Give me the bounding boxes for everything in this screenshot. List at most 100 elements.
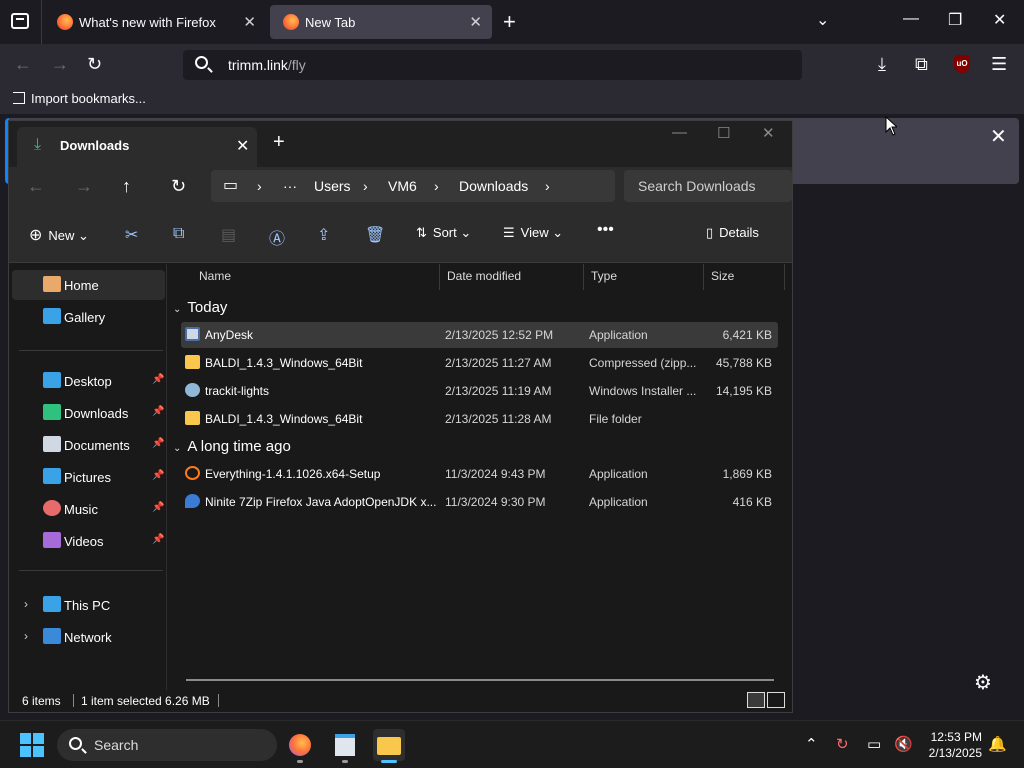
- ublock-origin-icon[interactable]: uO: [954, 55, 970, 73]
- new-tab-plus-icon[interactable]: +: [273, 131, 285, 154]
- forward-arrow-icon[interactable]: →: [51, 54, 69, 75]
- share-icon[interactable]: ⇪: [317, 225, 335, 244]
- volume-muted-icon[interactable]: 🔇: [894, 735, 913, 753]
- sidebar-item-desktop[interactable]: Desktop 📌: [12, 366, 165, 396]
- minimize-icon[interactable]: —: [903, 10, 919, 28]
- taskbar-firefox-icon[interactable]: [284, 729, 316, 763]
- pin-icon[interactable]: 📌: [152, 502, 164, 513]
- file-row[interactable]: Everything-1.4.1.1026.x64-Setup 11/3/202…: [181, 461, 778, 487]
- tab-whats-new[interactable]: What's new with Firefox ✕: [44, 5, 266, 39]
- column-divider[interactable]: [784, 264, 785, 290]
- file-row[interactable]: BALDI_1.4.3_Windows_64Bit 2/13/2025 11:2…: [181, 350, 778, 376]
- back-arrow-icon[interactable]: ←: [27, 176, 45, 197]
- file-row[interactable]: AnyDesk 2/13/2025 12:52 PM Application 6…: [181, 322, 778, 348]
- breadcrumb-item-downloads[interactable]: Downloads: [459, 178, 528, 194]
- url-text[interactable]: trimm.link/fly: [228, 57, 306, 73]
- column-header-size[interactable]: Size: [711, 269, 734, 283]
- sidebar-item-documents[interactable]: Documents 📌: [12, 430, 165, 460]
- group-header-long-ago[interactable]: ⌄ A long time ago: [173, 438, 291, 455]
- extensions-puzzle-icon[interactable]: ⧉: [915, 54, 928, 75]
- taskbar-file-explorer-icon[interactable]: [373, 729, 405, 763]
- breadcrumb-chevron-icon[interactable]: ›: [363, 178, 368, 194]
- pin-icon[interactable]: 📌: [152, 534, 164, 545]
- column-header-name[interactable]: Name: [199, 269, 231, 283]
- this-pc-monitor-icon[interactable]: ▭: [223, 175, 238, 195]
- downloads-arrow-icon[interactable]: ⤓: [878, 54, 886, 75]
- sidebar-item-this-pc[interactable]: › This PC: [12, 590, 165, 620]
- file-row[interactable]: Ninite 7Zip Firefox Java AdoptOpenJDK x.…: [181, 489, 778, 515]
- tiles-view-icon[interactable]: [767, 692, 785, 708]
- column-header-date[interactable]: Date modified: [447, 269, 521, 283]
- sort-button[interactable]: ⇅ Sort ⌄: [416, 225, 471, 241]
- breadcrumb-item-users[interactable]: Users: [314, 178, 351, 194]
- breadcrumb-chevron-icon[interactable]: ›: [545, 178, 550, 194]
- sidebar-item-music[interactable]: Music 📌: [12, 494, 165, 524]
- close-tab-icon[interactable]: ✕: [469, 13, 482, 31]
- notification-bell-icon[interactable]: 🔔: [988, 735, 1007, 753]
- pin-icon[interactable]: 📌: [152, 470, 164, 481]
- cut-icon[interactable]: ✂: [125, 225, 143, 244]
- file-row[interactable]: BALDI_1.4.3_Windows_64Bit 2/13/2025 11:2…: [181, 406, 778, 432]
- breadcrumb-item-vm6[interactable]: VM6: [388, 178, 417, 194]
- column-divider[interactable]: [583, 264, 584, 290]
- close-tab-icon[interactable]: ✕: [236, 136, 249, 156]
- reload-icon[interactable]: ↻: [87, 54, 102, 75]
- breadcrumb-overflow[interactable]: ···: [283, 178, 297, 194]
- sidebar-item-network[interactable]: › Network: [12, 622, 165, 652]
- back-arrow-icon[interactable]: ←: [14, 54, 32, 75]
- expand-chevron-icon[interactable]: ›: [24, 629, 28, 643]
- breadcrumb[interactable]: ▭ › ··· Users › VM6 › Downloads ›: [211, 170, 615, 202]
- maximize-icon[interactable]: ☐: [717, 124, 730, 142]
- sidebar-item-videos[interactable]: Videos 📌: [12, 526, 165, 556]
- close-tab-icon[interactable]: ✕: [243, 13, 256, 31]
- explorer-search-box[interactable]: Search Downloads: [624, 170, 792, 202]
- taskbar-search-box[interactable]: Search: [57, 729, 277, 761]
- import-bookmarks-button[interactable]: Import bookmarks...: [13, 91, 146, 106]
- close-window-icon[interactable]: ✕: [993, 10, 1006, 30]
- pin-icon[interactable]: 📌: [152, 374, 164, 385]
- customize-gear-icon[interactable]: ⚙: [974, 670, 992, 695]
- sidebar-item-home[interactable]: Home: [12, 270, 165, 300]
- sidebar-item-pictures[interactable]: Pictures 📌: [12, 462, 165, 492]
- clock[interactable]: 12:53 PM 2/13/2025: [924, 729, 982, 761]
- firefox-view-icon[interactable]: [11, 13, 29, 29]
- column-divider[interactable]: [439, 264, 440, 290]
- copy-icon[interactable]: ⧉: [173, 225, 191, 243]
- details-view-icon[interactable]: [747, 692, 765, 708]
- sidebar-item-downloads[interactable]: Downloads 📌: [12, 398, 165, 428]
- restore-icon[interactable]: ❐: [948, 10, 962, 30]
- close-window-icon[interactable]: ✕: [762, 124, 775, 142]
- column-header-type[interactable]: Type: [591, 269, 617, 283]
- details-pane-button[interactable]: ▯ Details: [706, 225, 759, 241]
- taskbar-notepad-icon[interactable]: [329, 729, 361, 763]
- more-options-icon[interactable]: •••: [597, 221, 614, 239]
- show-hidden-icons-chevron-icon[interactable]: ⌃: [805, 735, 818, 753]
- forward-arrow-icon[interactable]: →: [75, 176, 93, 197]
- pin-icon[interactable]: 📌: [152, 406, 164, 417]
- expand-chevron-icon[interactable]: ›: [24, 597, 28, 611]
- new-button[interactable]: ⊕ New ⌄: [29, 225, 89, 245]
- breadcrumb-chevron-icon[interactable]: ›: [434, 178, 439, 194]
- sync-alert-icon[interactable]: ↻: [836, 735, 849, 753]
- file-row[interactable]: trackit-lights 2/13/2025 11:19 AM Window…: [181, 378, 778, 404]
- refresh-icon[interactable]: ↻: [171, 176, 186, 197]
- pin-icon[interactable]: 📌: [152, 438, 164, 449]
- tab-new-tab[interactable]: New Tab ✕: [270, 5, 492, 39]
- view-button[interactable]: ☰ View ⌄: [503, 225, 563, 241]
- list-all-tabs-chevron-icon[interactable]: ⌄: [816, 10, 829, 30]
- new-tab-plus-icon[interactable]: +: [503, 9, 516, 35]
- sidebar-item-gallery[interactable]: Gallery: [12, 302, 165, 332]
- close-banner-icon[interactable]: ✕: [990, 124, 1007, 149]
- start-windows-icon[interactable]: [20, 733, 44, 757]
- url-bar[interactable]: trimm.link/fly: [183, 50, 802, 80]
- horizontal-scrollbar[interactable]: [186, 679, 774, 681]
- hamburger-menu-icon[interactable]: ☰: [991, 54, 1007, 75]
- breadcrumb-chevron-icon[interactable]: ›: [257, 178, 262, 194]
- rename-icon[interactable]: Ⓐ: [269, 225, 287, 248]
- explorer-tab-downloads[interactable]: ⤓ Downloads ✕: [17, 127, 257, 167]
- group-header-today[interactable]: ⌄ Today: [173, 299, 227, 316]
- network-monitor-icon[interactable]: ▭: [867, 735, 881, 753]
- column-divider[interactable]: [703, 264, 704, 290]
- delete-trash-icon[interactable]: 🗑: [365, 225, 385, 244]
- minimize-icon[interactable]: —: [672, 124, 687, 141]
